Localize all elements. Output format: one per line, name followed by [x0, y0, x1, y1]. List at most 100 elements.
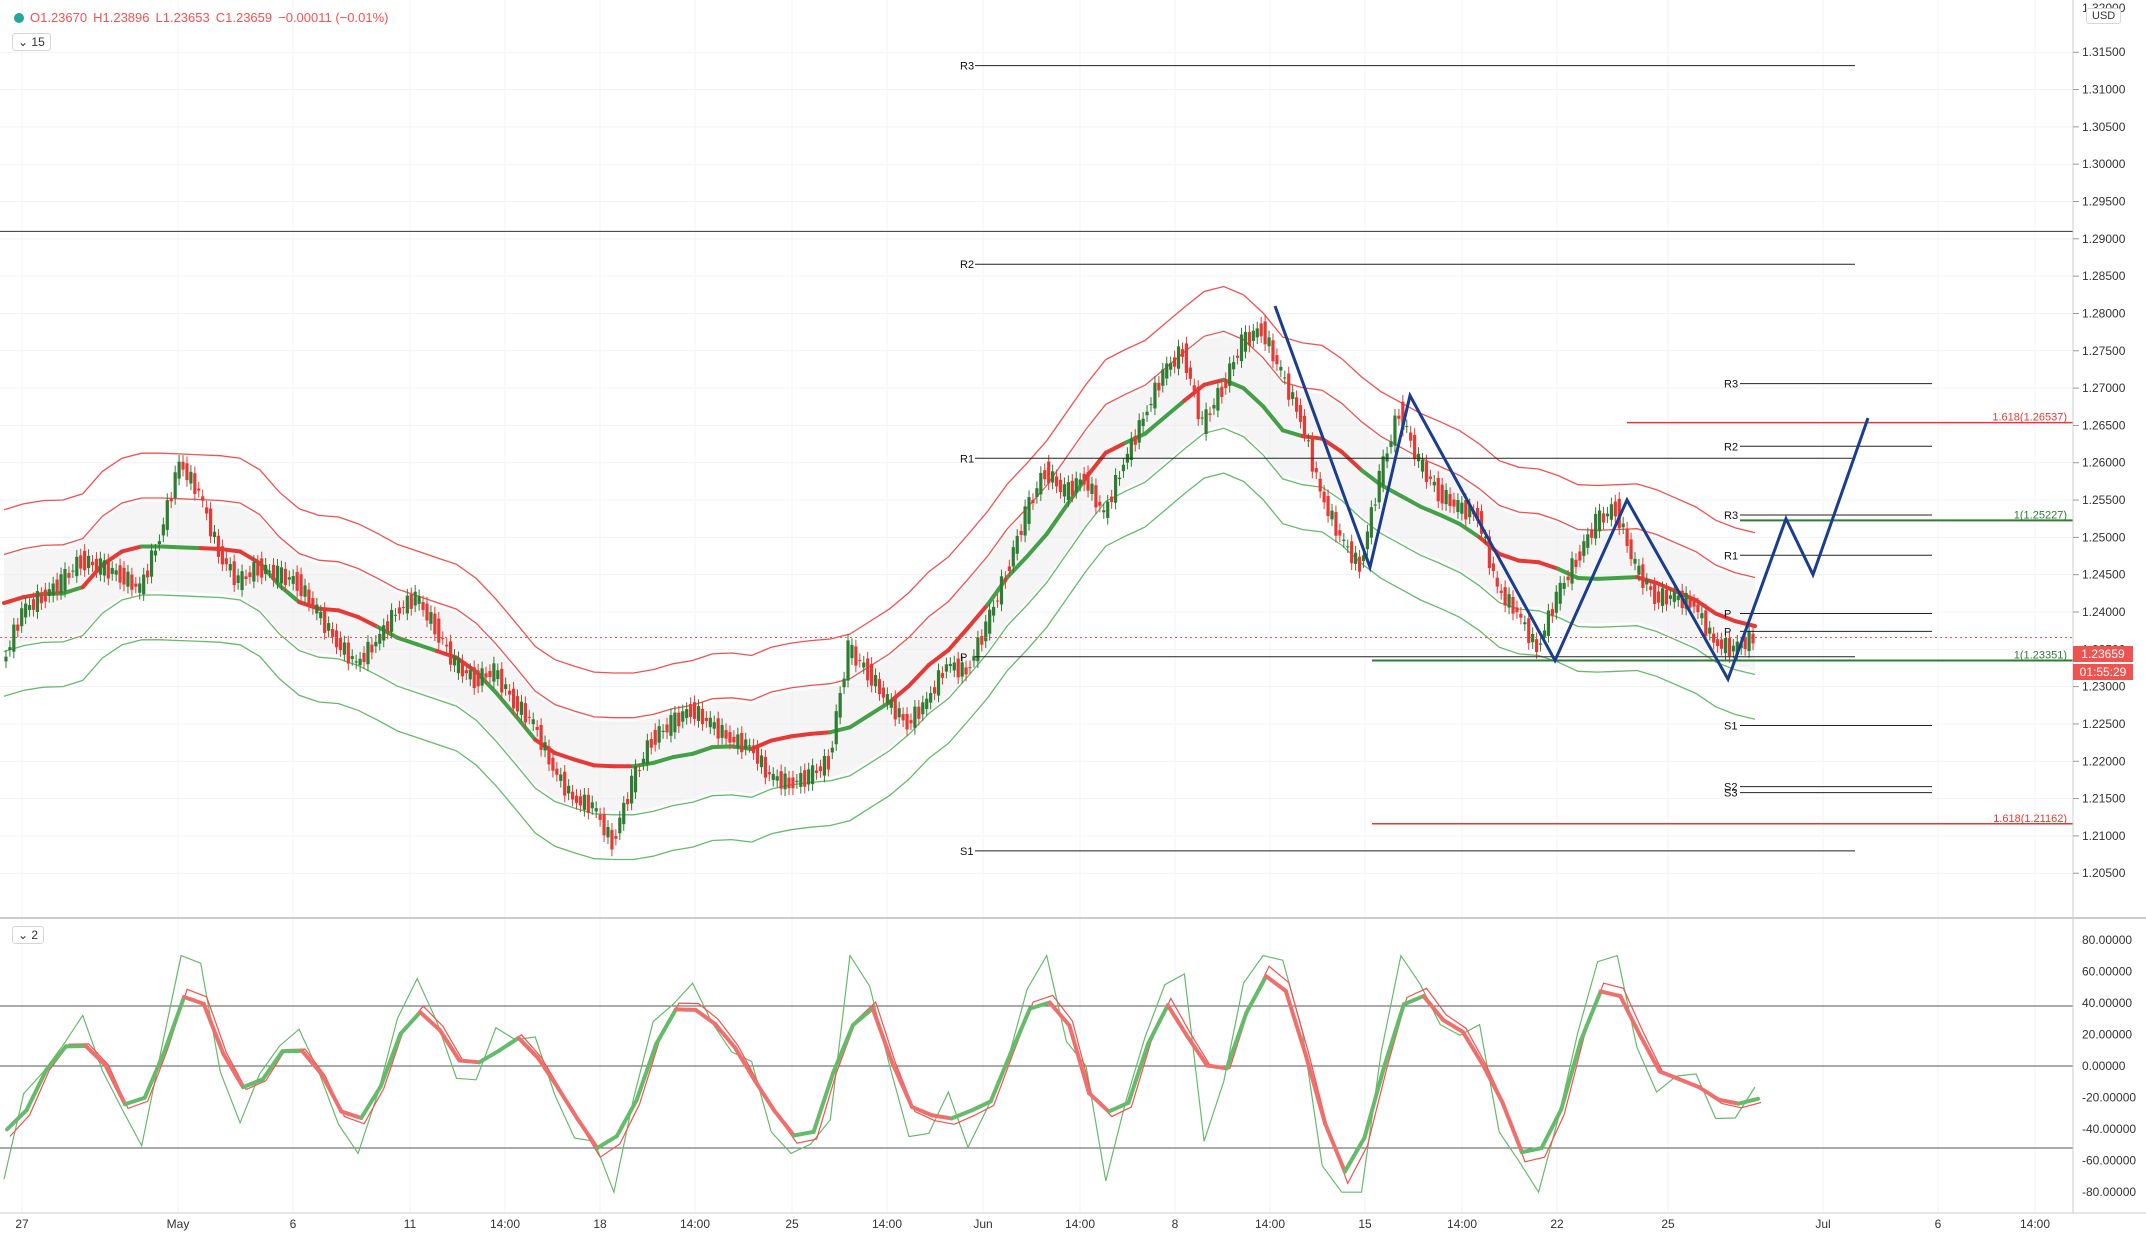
osc-main-segment: [86, 1046, 106, 1065]
candle-body: [1086, 472, 1089, 490]
interval-toggle[interactable]: ⌄ 15: [12, 33, 51, 51]
fib-label: 1(1.23351): [2014, 649, 2067, 661]
candle-body: [83, 551, 86, 570]
candle-body: [1185, 343, 1188, 373]
candle-body: [713, 722, 716, 728]
osc-main-segment: [991, 1054, 1011, 1101]
osc-main-segment: [1069, 1026, 1089, 1094]
candle-body: [1090, 484, 1093, 494]
indicator-toggle[interactable]: ⌄ 2: [12, 926, 44, 944]
candle-body: [1543, 630, 1546, 636]
osc-main-segment: [1365, 1067, 1385, 1138]
chart-stage[interactable]: R3R2R1PS1R3R2R3R1PPS1S2S31.618(1.26537)1…: [0, 0, 2146, 1233]
candle-body: [1504, 587, 1507, 605]
osc-tick-label: 0.00000: [2082, 1059, 2126, 1073]
candle-body: [854, 646, 857, 665]
osc-main-segment: [479, 1051, 499, 1063]
candle-body: [1547, 610, 1550, 635]
candle-body: [178, 462, 181, 479]
candle-body: [390, 610, 393, 632]
candle-body: [1566, 577, 1569, 581]
candle-body: [543, 742, 546, 750]
candle-body: [1102, 510, 1105, 512]
candle-body: [595, 808, 598, 811]
candle-body: [929, 693, 932, 703]
candle-body: [52, 583, 55, 595]
time-tick-label: 14:00: [2020, 1217, 2050, 1231]
moving-average-segment: [594, 765, 614, 766]
osc-main-segment: [105, 1065, 125, 1104]
candle-body: [921, 702, 924, 714]
candle-body: [795, 781, 798, 782]
candle-body: [1224, 379, 1227, 388]
candle-body: [441, 638, 444, 639]
candle-body: [378, 634, 381, 644]
candle-body: [1610, 504, 1613, 520]
osc-main-segment: [1679, 1079, 1699, 1087]
candle-body: [1673, 592, 1676, 602]
candle-body: [1098, 502, 1101, 506]
candle-body: [1570, 558, 1573, 583]
candle-body: [583, 795, 586, 810]
candle-body: [1204, 409, 1207, 434]
candle-body: [311, 598, 314, 608]
candle-body: [1421, 460, 1424, 472]
candle-body: [964, 667, 967, 674]
osc-main-segment: [1738, 1099, 1758, 1104]
candle-body: [831, 748, 834, 753]
osc-main-segment: [1699, 1087, 1719, 1100]
candle-body: [842, 679, 845, 688]
candle-body: [1692, 601, 1695, 607]
osc-main-segment: [519, 1038, 539, 1058]
candle-body: [622, 803, 625, 824]
candle-body: [197, 489, 200, 491]
candle-body: [1539, 643, 1542, 644]
currency-label[interactable]: USD: [2086, 8, 2121, 24]
candle-body: [1256, 328, 1259, 337]
candle-body: [1744, 638, 1747, 649]
candle-body: [406, 596, 409, 614]
candle-body: [1177, 346, 1180, 368]
candle-body: [217, 536, 220, 557]
osc-main-segment: [204, 1004, 224, 1054]
candle-body: [240, 571, 243, 590]
candle-body: [1708, 628, 1711, 634]
osc-main-segment: [381, 1034, 401, 1086]
candle-body: [437, 619, 440, 643]
time-tick-label: 14:00: [1065, 1217, 1095, 1231]
candle-body: [724, 730, 727, 739]
candle-body: [103, 560, 106, 575]
candle-body: [59, 574, 62, 593]
osc-main-segment: [1424, 996, 1444, 1020]
moving-average-segment: [1519, 561, 1539, 563]
osc-tick-label: 20.00000: [2082, 1027, 2132, 1041]
fib-label: 1(1.25227): [2014, 509, 2067, 521]
candle-body: [193, 473, 196, 494]
candle-body: [528, 717, 531, 718]
price-chart[interactable]: R3R2R1PS1R3R2R3R1PPS1S2S31.618(1.26537)1…: [0, 0, 2146, 1233]
osc-main-segment: [1246, 976, 1266, 1012]
candle-body: [244, 576, 247, 579]
candle-body: [1661, 588, 1664, 606]
candle-body: [606, 827, 609, 837]
candle-body: [382, 625, 385, 640]
candle-body: [909, 720, 912, 723]
candle-body: [752, 745, 755, 753]
candle-body: [1063, 484, 1066, 496]
candle-body: [717, 718, 720, 738]
candle-body: [1134, 436, 1137, 445]
candle-body: [386, 621, 389, 632]
pivot-label: R3: [960, 61, 974, 73]
candle-body: [1016, 536, 1019, 554]
candle-body: [359, 659, 362, 665]
candle-body: [488, 671, 491, 677]
osc-main-segment: [145, 1052, 165, 1098]
candle-body: [1161, 370, 1164, 386]
osc-main-segment: [1463, 1032, 1483, 1064]
candle-body: [1385, 454, 1388, 462]
candle-body: [547, 746, 550, 764]
osc-tick-label: -60.00000: [2082, 1154, 2136, 1168]
price-tick-label: 1.21000: [2082, 829, 2126, 843]
candle-body: [1110, 497, 1113, 502]
indicator-label: 2: [31, 928, 38, 942]
